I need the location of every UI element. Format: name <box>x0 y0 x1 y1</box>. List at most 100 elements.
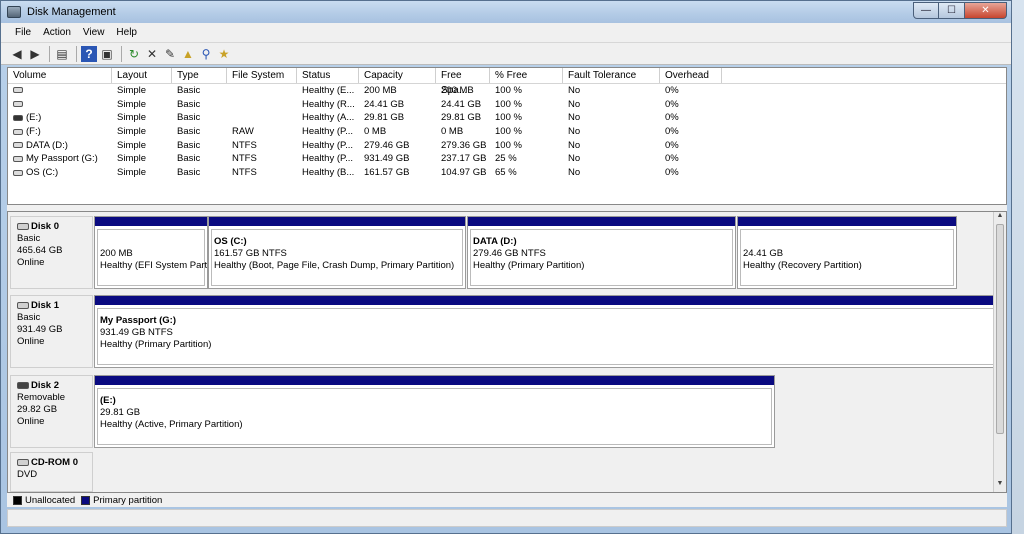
forward-arrow-icon[interactable]: ▶ <box>27 46 43 62</box>
disk-label[interactable]: Disk 0 Basic 465.64 GB Online <box>10 216 93 289</box>
column-type[interactable]: Type <box>172 68 227 83</box>
scrollbar-thumb[interactable] <box>996 224 1004 434</box>
column-file-system[interactable]: File System <box>227 68 297 83</box>
cell-fault-tolerance: No <box>568 153 581 165</box>
table-row[interactable]: OS (C:) Simple Basic NTFS Healthy (B... 161.5… <box>8 166 1006 180</box>
vertical-scrollbar[interactable]: ▲ ▼ <box>993 212 1006 492</box>
table-row[interactable]: My Passport (G:) Simple Basic NTFS Healthy (… <box>8 152 1006 166</box>
cell-type: Basic <box>177 112 201 124</box>
cell-percent-free: 100 % <box>495 98 522 110</box>
column-layout[interactable]: Layout <box>112 68 172 83</box>
cell-status: Healthy (P... <box>302 126 354 138</box>
legend: Unallocated Primary partition <box>7 493 1007 507</box>
open-icon[interactable]: ▲ <box>180 46 196 62</box>
help-topic-icon[interactable]: ▣ <box>99 46 115 62</box>
volume-icon <box>13 101 23 108</box>
volume-list[interactable]: Volume Layout Type File System Status Ca… <box>7 67 1007 205</box>
help-icon[interactable]: ? <box>81 45 97 62</box>
cell-volume: (E:) <box>8 111 112 125</box>
partition-block[interactable]: 24.41 GB Healthy (Recovery Partition) <box>737 216 957 289</box>
menu-help[interactable]: Help <box>110 27 143 38</box>
cell-overhead: 0% <box>665 112 679 124</box>
console-tree-icon[interactable]: ▤ <box>54 46 70 62</box>
cell-capacity: 931.49 GB <box>364 153 410 165</box>
partition-status: Healthy (Primary Partition) <box>473 260 585 271</box>
scroll-up-icon[interactable]: ▲ <box>994 212 1006 224</box>
maximize-button[interactable]: ☐ <box>939 2 965 19</box>
table-row[interactable]: Simple Basic Healthy (R... 24.41 GB 24.41 GB… <box>8 98 1006 112</box>
partition-title: (E:) <box>100 395 116 406</box>
partition-block[interactable]: 200 MB Healthy (EFI System Part <box>94 216 208 289</box>
disk-status: Online <box>17 336 45 347</box>
scroll-down-icon[interactable]: ▼ <box>994 480 1006 492</box>
disk-label[interactable]: CD-ROM 0 DVD <box>10 452 93 492</box>
partition-status: Healthy (Primary Partition) <box>100 339 212 350</box>
cell-status: Healthy (E... <box>302 85 355 96</box>
menu-view[interactable]: View <box>77 27 111 38</box>
search-icon[interactable]: ⚲ <box>198 46 214 62</box>
cell-layout: Simple <box>117 112 147 124</box>
volume-list-header: Volume Layout Type File System Status Ca… <box>8 68 1006 96</box>
volume-icon <box>13 114 23 121</box>
column-capacity[interactable]: Capacity <box>359 68 436 83</box>
partition-block[interactable]: OS (C:) 161.57 GB NTFS Healthy (Boot, Page… <box>208 216 466 289</box>
volume-icon <box>13 169 23 176</box>
cell-file-system: NTFS <box>232 153 257 165</box>
cell-type: Basic <box>177 126 201 138</box>
partition-block[interactable]: DATA (D:) 279.46 GB NTFS Healthy (Primary … <box>467 216 736 289</box>
partition-title: My Passport (G:) <box>100 315 177 326</box>
properties-icon[interactable]: ✎ <box>162 46 178 62</box>
table-row[interactable]: DATA (D:) Simple Basic NTFS Healthy (P... 279… <box>8 139 1006 153</box>
cell-percent-free: 25 % <box>495 153 517 165</box>
cell-file-system <box>227 84 297 98</box>
disk-name: CD-ROM 0 <box>31 457 78 468</box>
cell-layout: Simple <box>117 85 147 96</box>
cell-volume <box>8 84 112 98</box>
cell-free-space: 104.97 GB <box>441 167 487 179</box>
legend-label-primary: Primary partition <box>93 494 163 506</box>
column-free-space[interactable]: Free Spa... <box>436 68 490 96</box>
refresh-icon[interactable]: ↻ <box>126 46 142 62</box>
disk-management-window: Disk Management — ☐ ✕ File Action View H… <box>0 0 1012 534</box>
disk-label[interactable]: Disk 2 Removable 29.82 GB Online <box>10 375 93 448</box>
cell-capacity: 200 MB <box>364 85 397 96</box>
partition-capacity-bar <box>95 296 1001 305</box>
table-row[interactable]: (E:) Simple Basic Healthy (A... 29.81 GB 29.8… <box>8 111 1006 125</box>
minimize-button[interactable]: — <box>913 2 939 19</box>
cell-file-system: NTFS <box>232 139 257 151</box>
column-status[interactable]: Status <box>297 68 359 83</box>
disk-label[interactable]: Disk 1 Basic 931.49 GB Online <box>10 295 93 368</box>
column-fault-tolerance[interactable]: Fault Tolerance <box>563 68 660 83</box>
table-row[interactable]: Simple Basic Healthy (E... 200 MB 200 MB 100 … <box>8 84 1006 98</box>
partition-block[interactable]: (E:) 29.81 GB Healthy (Active, Primary Par… <box>94 375 775 448</box>
partition-status: Healthy (Active, Primary Partition) <box>100 419 243 430</box>
menu-file[interactable]: File <box>9 27 37 38</box>
close-button[interactable]: ✕ <box>965 2 1007 19</box>
disk-name: Disk 1 <box>31 300 59 311</box>
wizard-icon[interactable]: ★ <box>216 46 232 62</box>
partition-status: Healthy (Boot, Page File, Crash Dump, Pr… <box>214 260 455 271</box>
partition-status: Healthy (EFI System Part <box>100 260 207 271</box>
menu-action[interactable]: Action <box>37 27 77 38</box>
table-row[interactable]: (F:) Simple Basic RAW Healthy (P... 0 MB 0 MB 1… <box>8 125 1006 139</box>
column-percent-free[interactable]: % Free <box>490 68 563 83</box>
cell-percent-free: 100 % <box>495 112 522 124</box>
cell-percent-free: 65 % <box>495 167 517 179</box>
partition-capacity-bar <box>95 217 207 226</box>
cell-fault-tolerance: No <box>568 139 581 151</box>
back-arrow-icon[interactable]: ◀ <box>9 46 25 62</box>
partition-block[interactable]: My Passport (G:) 931.49 GB NTFS Healthy (P… <box>94 295 1002 368</box>
delete-icon[interactable]: ✕ <box>144 46 160 62</box>
cell-percent-free: 100 % <box>495 126 522 138</box>
partition-capacity-bar <box>738 217 956 226</box>
title-bar[interactable]: Disk Management — ☐ ✕ <box>1 1 1011 23</box>
volume-name: OS (C:) <box>26 167 59 179</box>
cell-capacity: 29.81 GB <box>364 112 405 124</box>
column-overhead[interactable]: Overhead <box>660 68 722 83</box>
partition-capacity-bar <box>468 217 735 226</box>
cell-status: Healthy (R... <box>302 98 355 110</box>
column-volume[interactable]: Volume <box>8 68 112 83</box>
disk-graphical-view: Disk 0 Basic 465.64 GB Online 200 MB Healthy … <box>7 211 1007 493</box>
cell-layout: Simple <box>117 139 147 151</box>
partition-capacity-bar <box>209 217 465 226</box>
